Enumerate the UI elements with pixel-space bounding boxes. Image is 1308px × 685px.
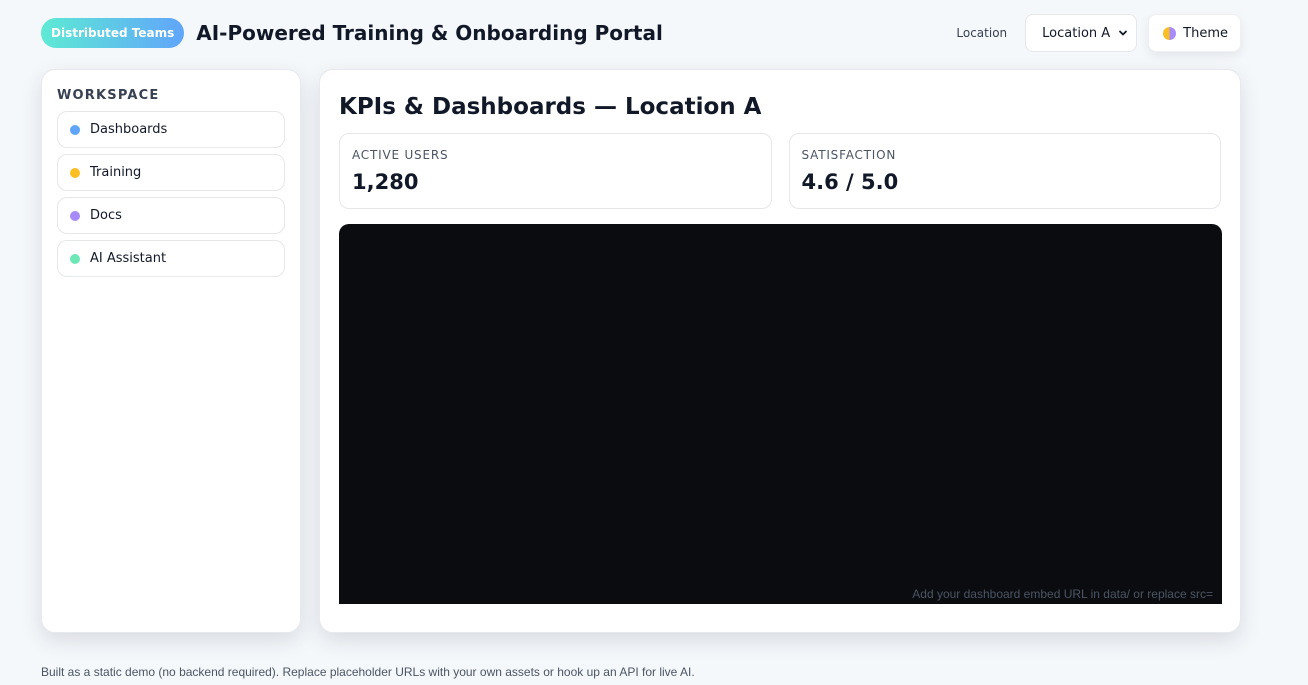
sidebar-item-label: AI Assistant [90, 251, 167, 266]
location-label: Location [956, 26, 1008, 40]
main-panel: KPIs & Dashboards — Location A ACTIVE US… [319, 69, 1241, 633]
status-dot-icon [70, 253, 80, 264]
app-header: Distributed Teams AI-Powered Training & … [41, 14, 1241, 52]
sidebar-item-dashboards[interactable]: Dashboards [57, 111, 285, 148]
kpi-card-active-users: ACTIVE USERS 1,280 [339, 133, 772, 209]
sidebar-item-label: Docs [90, 208, 122, 223]
sidebar-item-docs[interactable]: Docs [57, 197, 285, 234]
app-title: AI-Powered Training & Onboarding Portal [196, 21, 663, 45]
theme-button[interactable]: Theme [1148, 14, 1241, 52]
theme-icon [1163, 26, 1177, 40]
kpi-row: ACTIVE USERS 1,280 SATISFACTION 4.6 / 5.… [339, 133, 1221, 209]
dashboard-embed[interactable]: Add your dashboard embed URL in data/ or… [339, 224, 1222, 604]
footer-note: Built as a static demo (no backend requi… [41, 665, 695, 679]
kpi-value: 4.6 / 5.0 [801, 170, 899, 194]
status-dot-icon [70, 167, 80, 178]
sidebar-item-ai-assistant[interactable]: AI Assistant [57, 240, 285, 277]
status-dot-icon [70, 210, 80, 221]
sidebar-item-label: Dashboards [90, 122, 168, 137]
sidebar-item-label: Training [90, 165, 142, 180]
kpi-value: 1,280 [352, 170, 419, 194]
location-select-value: Location A [1042, 25, 1111, 41]
team-badge: Distributed Teams [41, 18, 185, 48]
sidebar: WORKSPACE Dashboards Training Docs AI As… [41, 69, 301, 633]
status-dot-icon [70, 124, 80, 135]
kpi-label: ACTIVE USERS [352, 148, 449, 162]
kpi-card-satisfaction: SATISFACTION 4.6 / 5.0 [788, 133, 1221, 209]
location-select[interactable]: Location A [1025, 14, 1138, 52]
theme-button-label: Theme [1183, 25, 1228, 41]
sidebar-heading: WORKSPACE [57, 88, 160, 103]
embed-hint: Add your dashboard embed URL in data/ or… [912, 587, 1213, 601]
header-controls: Location Location A Theme [956, 14, 1241, 52]
kpi-label: SATISFACTION [801, 148, 897, 162]
chevron-down-icon [1119, 30, 1128, 36]
sidebar-item-training[interactable]: Training [57, 154, 285, 191]
page-title: KPIs & Dashboards — Location A [339, 94, 762, 120]
